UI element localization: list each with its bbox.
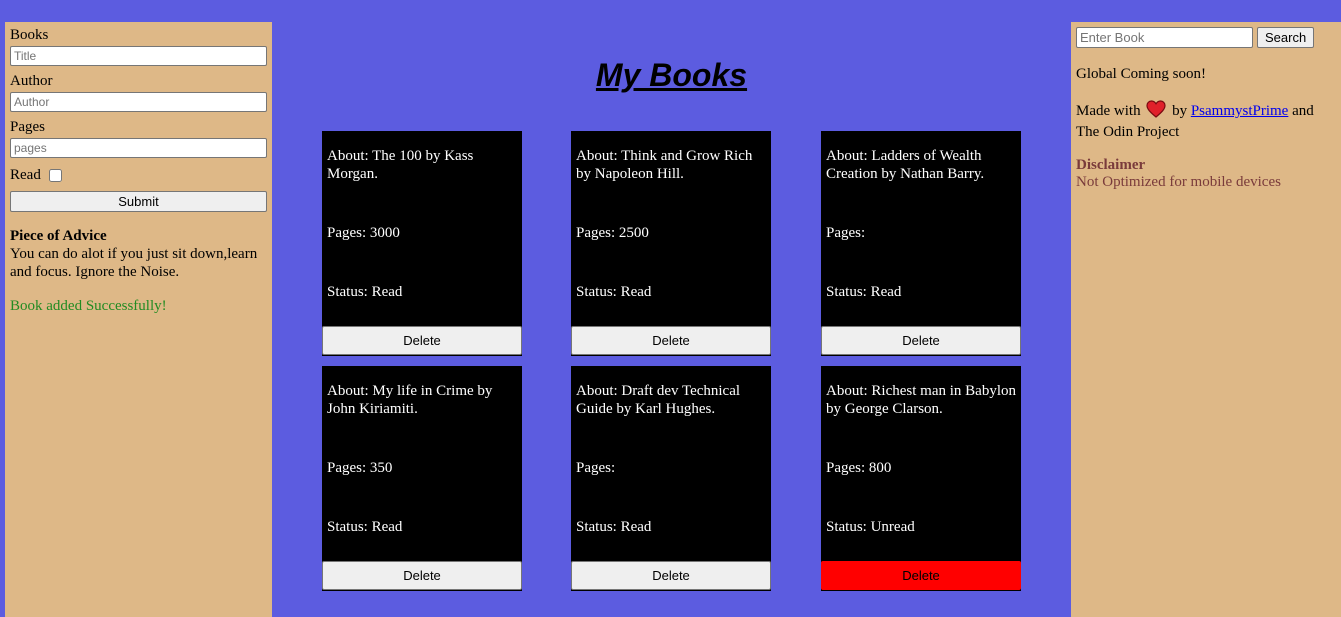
search-bar: Search [1076, 27, 1336, 48]
read-label: Read [10, 166, 41, 183]
book-card: About: The 100 by Kass Morgan. Pages: 30… [322, 131, 522, 356]
book-card: About: Think and Grow Rich by Napoleon H… [571, 131, 771, 356]
title-input[interactable] [10, 46, 267, 66]
success-message: Book added Successfully! [10, 298, 167, 314]
book-about: About: My life in Crime by John Kiriamit… [327, 383, 493, 417]
delete-button[interactable]: Delete [821, 561, 1021, 590]
disclaimer-title: Disclaimer [1076, 157, 1146, 173]
info-panel: Search Global Coming soon! Made with by … [1071, 22, 1341, 617]
book-status: Status: Read [327, 519, 403, 535]
pages-label: Pages [10, 119, 45, 135]
submit-button[interactable]: Submit [10, 191, 267, 212]
by-text: by [1172, 103, 1188, 119]
book-pages: Pages: [576, 460, 616, 476]
book-card: About: Richest man in Babylon by George … [821, 366, 1021, 591]
delete-button[interactable]: Delete [322, 326, 522, 355]
delete-button[interactable]: Delete [571, 326, 771, 355]
delete-button[interactable]: Delete [821, 326, 1021, 355]
book-pages: Pages: 800 [826, 460, 892, 476]
heart-icon [1146, 100, 1166, 123]
book-status: Status: Unread [826, 519, 915, 535]
read-checkbox[interactable] [48, 168, 62, 182]
book-pages: Pages: [826, 225, 866, 241]
book-about: About: The 100 by Kass Morgan. [327, 148, 474, 182]
book-pages: Pages: 2500 [576, 225, 649, 241]
search-button[interactable]: Search [1257, 27, 1315, 48]
book-card: About: Draft dev Technical Guide by Karl… [571, 366, 771, 591]
author-input[interactable] [10, 92, 267, 112]
pages-input[interactable] [10, 138, 267, 158]
book-pages: Pages: 350 [327, 460, 393, 476]
book-card: About: Ladders of Wealth Creation by Nat… [821, 131, 1021, 356]
book-card: About: My life in Crime by John Kiriamit… [322, 366, 522, 591]
delete-button[interactable]: Delete [571, 561, 771, 590]
book-status: Status: Read [576, 519, 652, 535]
disclaimer-text: Not Optimized for mobile devices [1076, 174, 1281, 190]
delete-button[interactable]: Delete [322, 561, 522, 590]
book-about: About: Richest man in Babylon by George … [826, 383, 1016, 417]
author-label: Author [10, 73, 53, 89]
book-status: Status: Read [327, 284, 403, 300]
book-about: About: Think and Grow Rich by Napoleon H… [576, 148, 753, 182]
credits: Made with by PsammystPrime and The Odin … [1076, 100, 1336, 141]
read-row: Read [10, 164, 267, 186]
global-notice: Global Coming soon! [1076, 66, 1206, 82]
page-title: My Books [595, 57, 748, 93]
made-with-text: Made with [1076, 103, 1141, 119]
search-input[interactable] [1076, 27, 1253, 48]
book-about: About: Draft dev Technical Guide by Karl… [576, 383, 741, 417]
books-label: Books [10, 27, 49, 43]
book-pages: Pages: 3000 [327, 225, 400, 241]
author-link[interactable]: PsammystPrime [1191, 103, 1289, 119]
book-status: Status: Read [826, 284, 902, 300]
advice-title: Piece of Advice [10, 228, 107, 244]
book-about: About: Ladders of Wealth Creation by Nat… [826, 148, 985, 182]
book-status: Status: Read [576, 284, 652, 300]
advice-text: You can do alot if you just sit down,lea… [10, 246, 258, 280]
add-book-panel: Books Author Pages Read Submit Piece of … [5, 22, 272, 617]
